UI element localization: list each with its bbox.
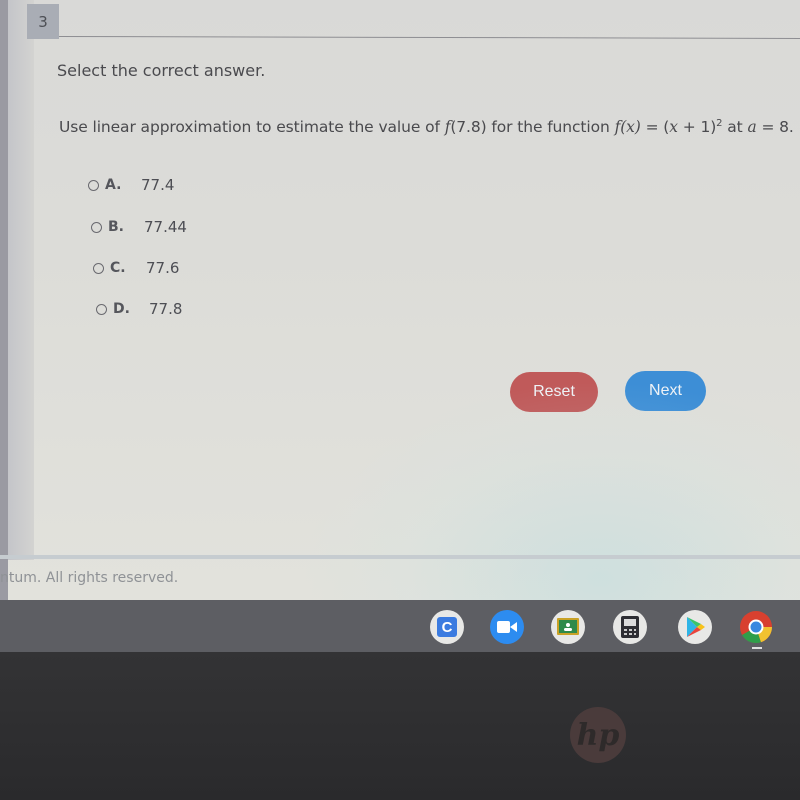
question-number-badge: 3 [27,4,59,39]
option-b[interactable]: B. 77.44 [91,218,187,236]
prompt-x: (x) [620,118,641,137]
option-letter: A. [105,177,122,193]
radio-icon[interactable] [88,179,99,191]
window-shadow [8,0,34,560]
chrome-glyph [740,611,772,644]
google-classroom-glyph [557,618,579,635]
option-a[interactable]: A. 77.4 [88,176,174,194]
video-camera-glyph [497,621,517,633]
laptop-bezel [0,652,800,800]
prompt-prefix: Use linear approximation to estimate the… [59,118,445,137]
option-letter: D. [113,301,130,317]
option-c[interactable]: C. 77.6 [93,259,179,277]
play-store-glyph [687,617,705,637]
classroom-c-icon[interactable]: C [430,610,464,644]
header-divider [58,36,800,39]
option-value: 77.44 [144,218,187,236]
reset-button[interactable]: Reset [510,372,598,412]
prompt-arg: (7.8) for the function [450,118,615,137]
svg-text:C: C [442,619,453,636]
copyright-text: ntum. All rights reserved. [0,570,179,586]
option-letter: C. [110,260,126,276]
screen-glare [300,380,800,600]
instruction-text: Select the correct answer. [57,61,266,80]
classroom-c-glyph: C [437,617,457,637]
option-value: 77.4 [141,176,175,194]
next-button[interactable]: Next [625,371,706,411]
active-app-indicator [752,647,762,649]
option-d[interactable]: D. 77.8 [96,300,182,318]
chrome-icon[interactable] [739,610,773,644]
video-camera-icon[interactable] [490,610,524,644]
play-store-icon[interactable] [678,610,712,644]
calculator-glyph [621,616,639,638]
radio-icon[interactable] [96,303,107,315]
hp-logo: hp [570,707,626,763]
question-prompt: Use linear approximation to estimate the… [59,118,794,136]
google-classroom-icon[interactable] [551,610,585,644]
option-letter: B. [108,219,124,235]
option-value: 77.6 [146,259,180,277]
option-value: 77.8 [149,300,183,318]
prompt-x2: x [669,118,678,137]
radio-icon[interactable] [91,221,102,233]
prompt-a: a [747,118,757,137]
footer-divider [0,555,800,559]
calculator-icon[interactable] [613,610,647,644]
prompt-end: = 8. [756,118,794,137]
prompt-plus: + 1) [677,118,717,137]
browser-screen: 3 Select the correct answer. Use linear … [0,0,800,600]
prompt-at: at [722,118,748,137]
prompt-eq: = ( [640,118,670,137]
radio-icon[interactable] [93,262,104,274]
window-edge [0,0,8,600]
